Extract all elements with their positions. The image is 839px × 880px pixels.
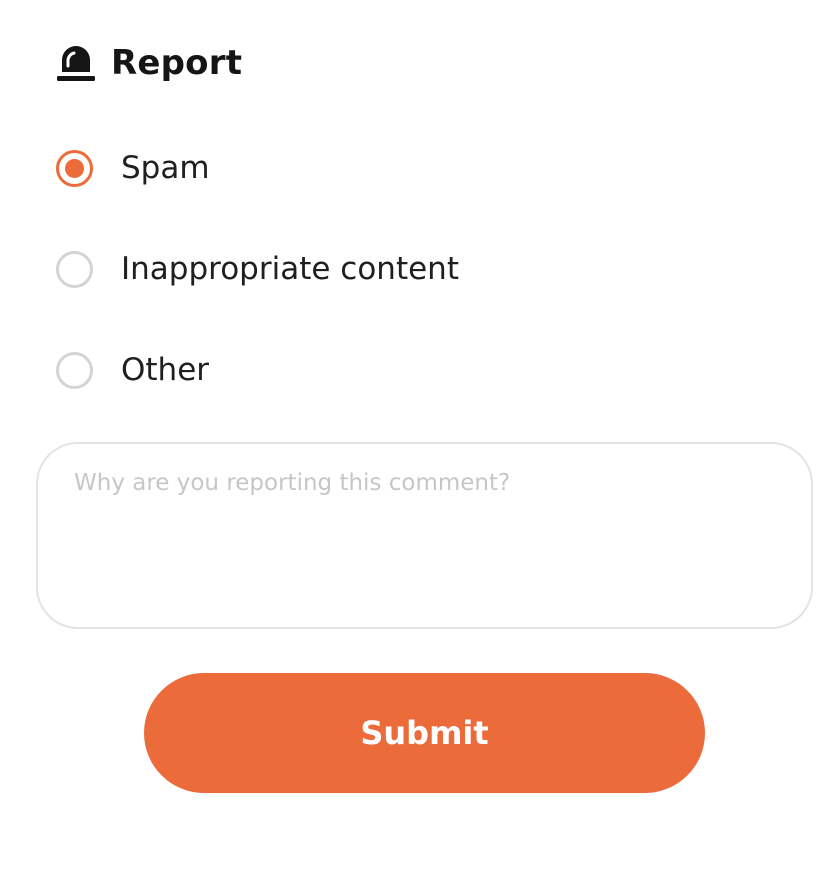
option-other[interactable]: Other bbox=[56, 342, 459, 398]
option-inappropriate-content[interactable]: Inappropriate content bbox=[56, 241, 459, 297]
option-spam[interactable]: Spam bbox=[56, 140, 459, 196]
option-label-inappropriate-content: Inappropriate content bbox=[121, 251, 459, 287]
radio-inappropriate-content[interactable] bbox=[56, 250, 93, 288]
reason-field-container bbox=[36, 442, 813, 629]
alarm-siren-icon bbox=[55, 41, 97, 85]
report-header: Report bbox=[55, 38, 242, 88]
radio-spam[interactable] bbox=[56, 149, 93, 187]
option-label-other: Other bbox=[121, 352, 210, 388]
submit-button[interactable]: Submit bbox=[144, 673, 705, 793]
reason-textarea[interactable] bbox=[38, 444, 811, 627]
report-reason-group: Spam Inappropriate content Other bbox=[56, 140, 459, 443]
option-label-spam: Spam bbox=[121, 150, 210, 186]
radio-other[interactable] bbox=[56, 351, 93, 389]
page-title: Report bbox=[111, 43, 243, 83]
